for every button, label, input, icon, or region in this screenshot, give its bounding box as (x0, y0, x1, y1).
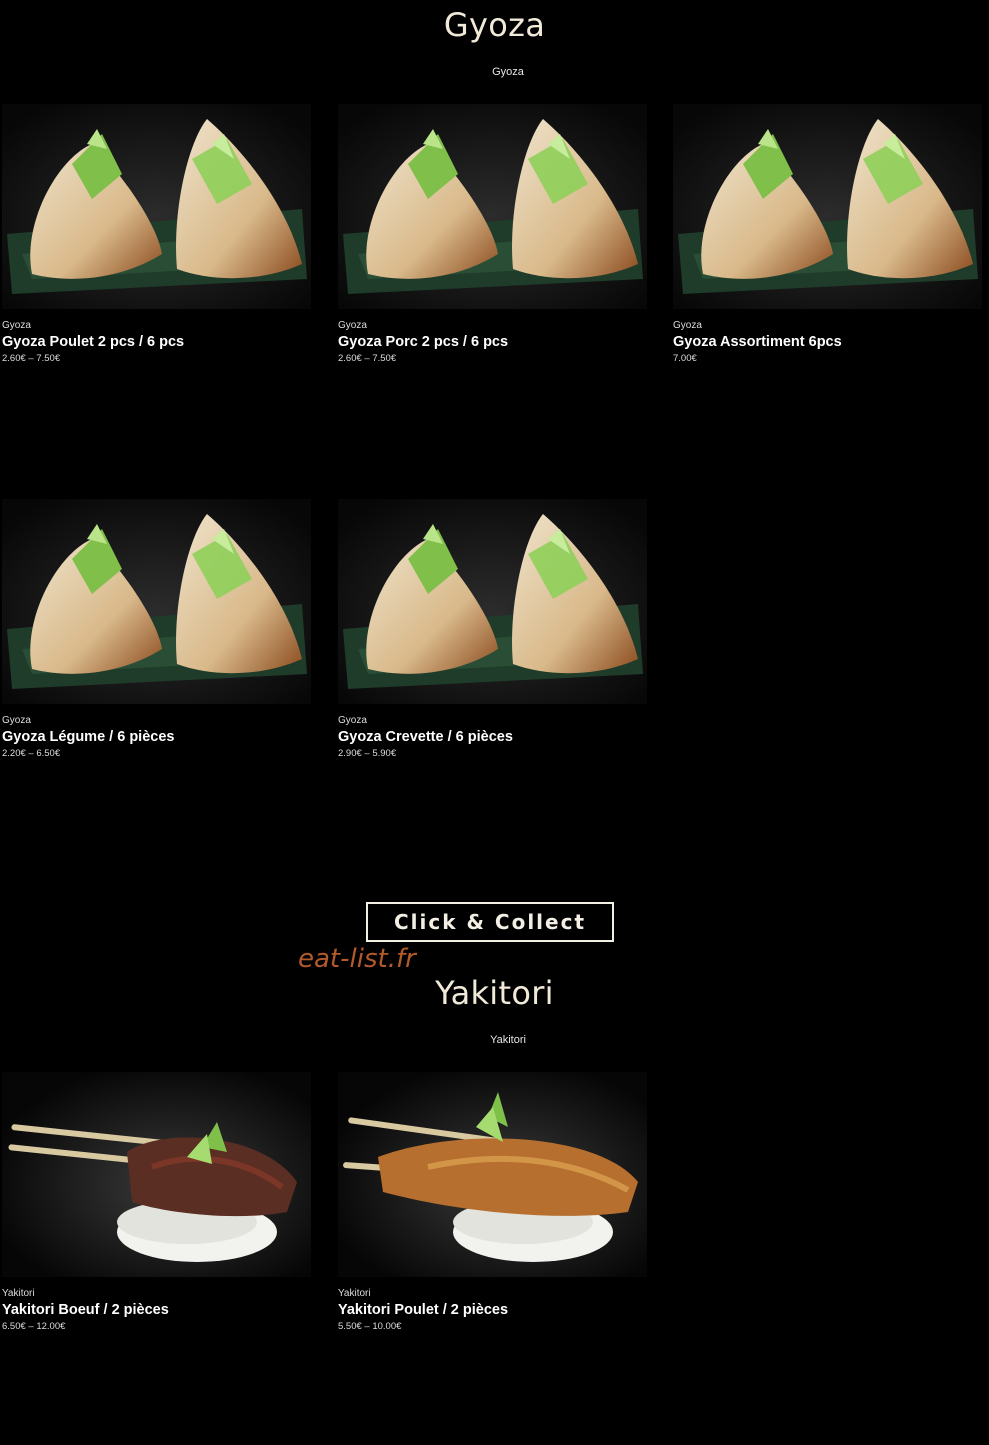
product-name[interactable]: Yakitori Boeuf / 2 pièces (2, 1302, 311, 1318)
yakitori-section-subtitle: Yakitori (490, 1034, 526, 1046)
gyoza-section-title: Gyoza (443, 6, 546, 44)
product-category: Gyoza (673, 320, 702, 331)
product-price: 2.20€ – 6.50€ (2, 748, 61, 759)
product-category: Gyoza (2, 715, 31, 726)
product-image[interactable] (673, 104, 982, 309)
product-image[interactable] (2, 499, 311, 704)
product-price: 7.00€ (673, 353, 697, 364)
product-category: Yakitori (2, 1288, 35, 1299)
product-image[interactable] (2, 1072, 311, 1277)
product-image[interactable] (338, 1072, 647, 1277)
product-card-gyoza-poulet[interactable]: Gyoza Gyoza Poulet 2 pcs / 6 pcs 2.60€ –… (2, 104, 311, 364)
yakitori-section-title: Yakitori (435, 974, 554, 1012)
product-category: Yakitori (338, 1288, 371, 1299)
product-card-gyoza-porc[interactable]: Gyoza Gyoza Porc 2 pcs / 6 pcs 2.60€ – 7… (338, 104, 647, 364)
product-price: 5.50€ – 10.00€ (338, 1321, 402, 1332)
product-card-yakitori-boeuf[interactable]: Yakitori Yakitori Boeuf / 2 pièces 6.50€… (2, 1072, 311, 1332)
product-image[interactable] (338, 499, 647, 704)
product-category: Gyoza (338, 320, 367, 331)
product-name[interactable]: Gyoza Assortiment 6pcs (673, 334, 982, 350)
product-name[interactable]: Gyoza Porc 2 pcs / 6 pcs (338, 334, 647, 350)
product-card-gyoza-legume[interactable]: Gyoza Gyoza Légume / 6 pièces 2.20€ – 6.… (2, 499, 311, 759)
product-image[interactable] (2, 104, 311, 309)
watermark-text: eat-list.fr (298, 944, 416, 974)
product-card-yakitori-poulet[interactable]: Yakitori Yakitori Poulet / 2 pièces 5.50… (338, 1072, 647, 1332)
product-price: 6.50€ – 12.00€ (2, 1321, 66, 1332)
product-price: 2.60€ – 7.50€ (338, 353, 397, 364)
product-price: 2.60€ – 7.50€ (2, 353, 61, 364)
click-and-collect-button[interactable]: Click & Collect (366, 902, 614, 942)
product-category: Gyoza (338, 715, 367, 726)
product-price: 2.90€ – 5.90€ (338, 748, 397, 759)
product-card-gyoza-crevette[interactable]: Gyoza Gyoza Crevette / 6 pièces 2.90€ – … (338, 499, 647, 759)
gyoza-section-subtitle: Gyoza (492, 66, 524, 78)
product-name[interactable]: Gyoza Poulet 2 pcs / 6 pcs (2, 334, 311, 350)
product-category: Gyoza (2, 320, 31, 331)
product-name[interactable]: Gyoza Légume / 6 pièces (2, 729, 311, 745)
product-name[interactable]: Gyoza Crevette / 6 pièces (338, 729, 647, 745)
product-name[interactable]: Yakitori Poulet / 2 pièces (338, 1302, 647, 1318)
product-card-gyoza-assortiment[interactable]: Gyoza Gyoza Assortiment 6pcs 7.00€ (673, 104, 982, 364)
product-image[interactable] (338, 104, 647, 309)
